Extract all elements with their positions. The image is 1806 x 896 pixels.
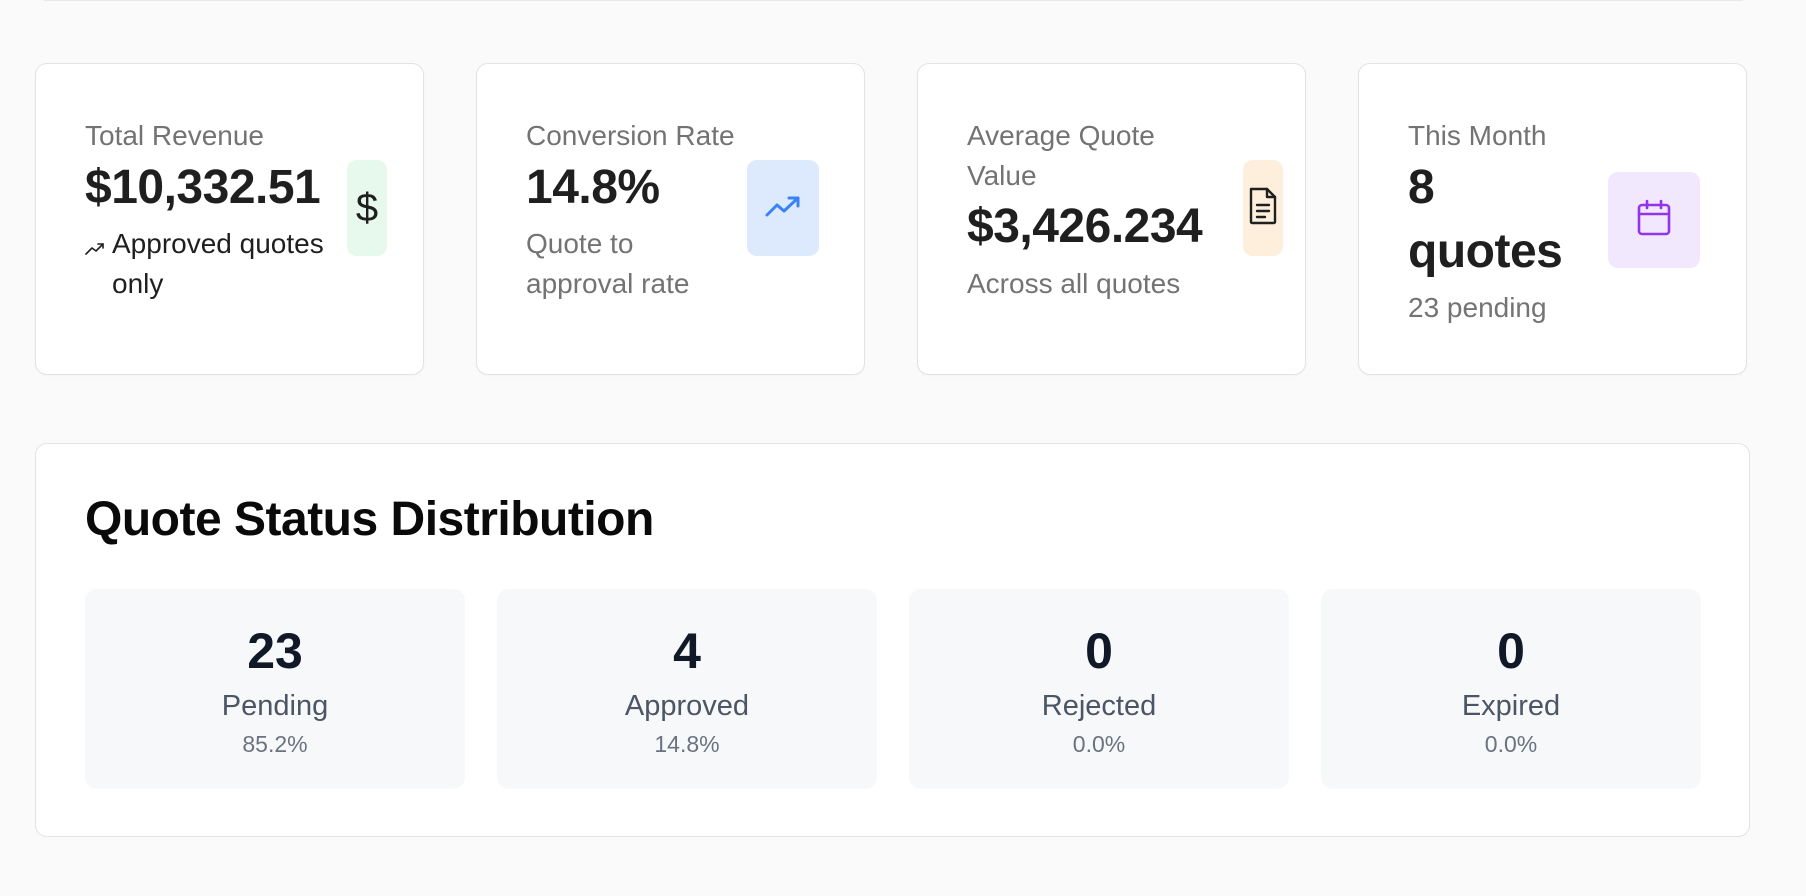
kpi-subtitle: 23 pending [1408,292,1547,323]
status-card-pending: 23 Pending 85.2% [85,589,465,789]
status-count: 0 [1085,623,1113,679]
status-percent: 0.0% [1072,731,1126,757]
dollar-icon: $ [355,186,379,230]
kpi-title: Conversion Rate [526,120,735,151]
kpi-subtitle: Across all quotes [967,268,1181,299]
kpi-title: Average Quote Value [967,120,1155,191]
kpi-value: 8 quotes [1408,161,1563,278]
status-card-rejected: 0 Rejected 0.0% [909,589,1289,789]
status-percent: 0.0% [1484,731,1538,757]
status-count: 0 [1497,623,1525,679]
document-icon-tile [1243,160,1283,256]
kpi-subtitle: Quote to approval rate [526,228,690,299]
status-percent: 14.8% [654,731,720,757]
status-label: Pending [221,690,329,722]
status-percent: 85.2% [242,731,308,757]
kpi-subtitle: Approved quotes only [112,228,324,299]
kpi-value: $10,332.51 [85,161,321,214]
status-card-expired: 0 Expired 0.0% [1321,589,1701,789]
quote-status-distribution-panel: Quote Status Distribution 23 Pending 85.… [35,443,1750,837]
status-label: Expired [1461,690,1561,722]
status-card-approved: 4 Approved 14.8% [497,589,877,789]
kpi-title: This Month [1408,120,1547,151]
kpi-card-total-revenue: Total Revenue $10,332.51 Approved quotes… [35,63,424,375]
dollar-icon-tile: $ [347,160,387,256]
calendar-icon-tile [1608,172,1700,268]
trending-up-icon [85,242,105,261]
status-count: 4 [673,623,701,679]
panel-title: Quote Status Distribution [85,493,654,546]
top-divider [44,0,1743,1]
kpi-card-average-quote-value: Average Quote Value $3,426.234 Across al… [917,63,1306,375]
status-label: Approved [624,690,750,722]
trending-up-icon-tile [747,160,819,256]
status-label: Rejected [1041,690,1157,722]
kpi-value: 14.8% [526,161,660,214]
kpi-card-conversion-rate: Conversion Rate 14.8% Quote to approval … [476,63,865,375]
kpi-card-this-month: This Month 8 quotes 23 pending [1358,63,1747,375]
calendar-icon [1636,199,1672,242]
kpi-value: $3,426.234 [967,200,1203,253]
kpi-title: Total Revenue [85,120,265,151]
trending-up-icon [765,194,801,223]
status-count: 23 [247,623,303,679]
document-icon [1247,186,1279,231]
